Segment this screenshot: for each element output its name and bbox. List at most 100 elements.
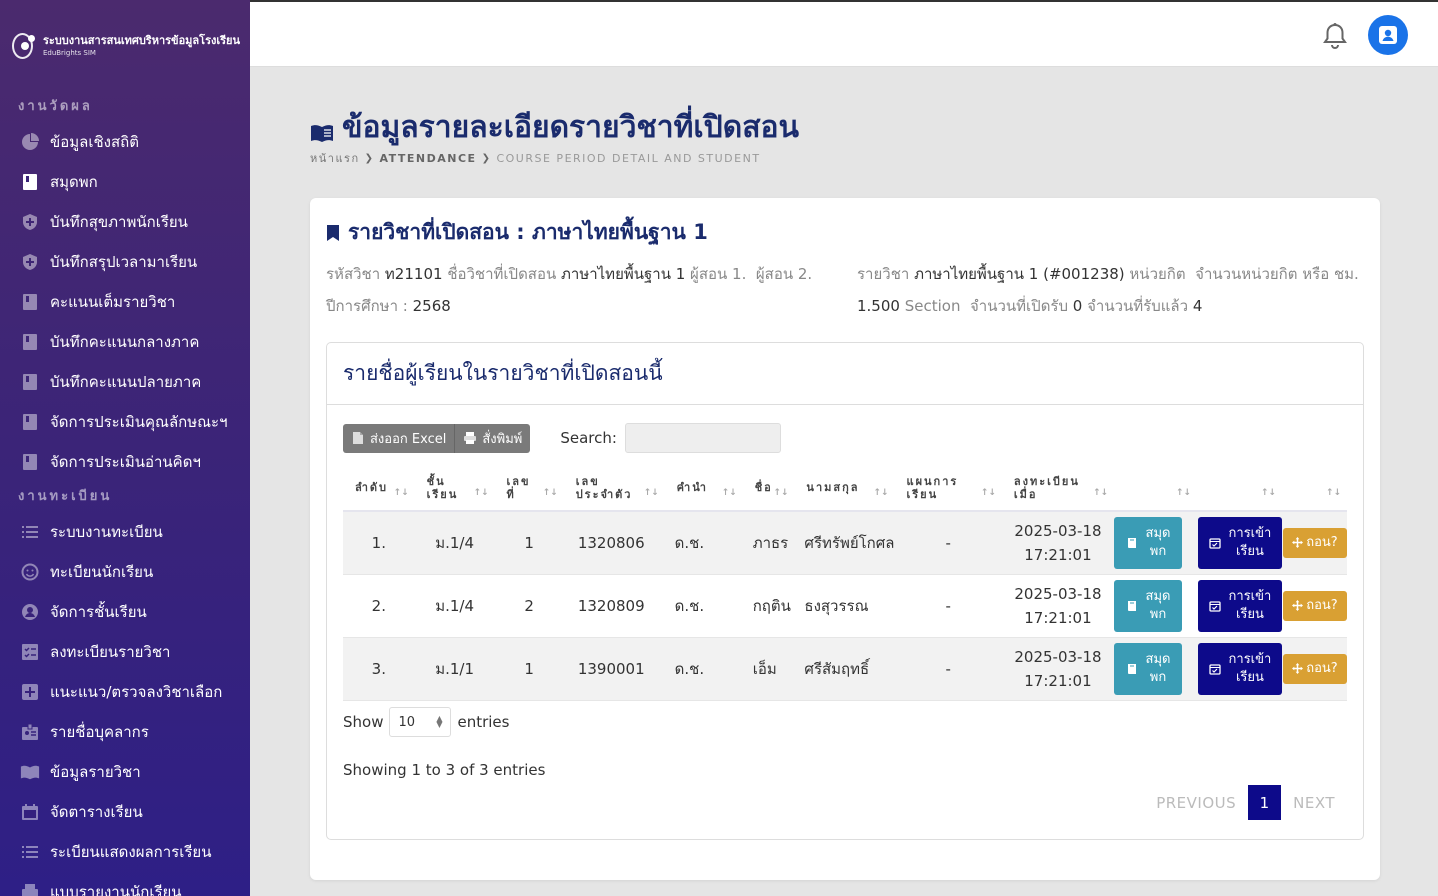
column-header-12[interactable]: ↑↓ <box>1281 465 1347 512</box>
sidebar-item-12[interactable]: จัดการชั้นเรียน <box>0 592 250 632</box>
row-prefix: ด.ช. <box>674 533 705 552</box>
sidebar-item-label: สมุดพก <box>50 173 98 191</box>
sidebar-item-6[interactable]: บันทึกคะแนนกลางภาค <box>0 322 250 362</box>
user-avatar[interactable] <box>1368 15 1408 55</box>
row-first-name: ภาธร <box>752 533 789 552</box>
sidebar-item-3[interactable]: บันทึกสุขภาพนักเรียน <box>0 202 250 242</box>
attendance-button[interactable]: การเข้า เรียน <box>1197 516 1282 569</box>
report-card-button[interactable]: สมุด พก <box>1114 579 1183 632</box>
topbar <box>250 0 1438 67</box>
row-number: 1. <box>371 533 386 552</box>
search-input[interactable] <box>624 423 781 453</box>
row-plan: - <box>945 659 951 678</box>
row-number: 2. <box>371 596 386 615</box>
sidebar-item-label: คะแนนเต็มรายวิชา <box>50 293 176 311</box>
course-info-right: รายวิชา ภาษาไทยพื้นฐาน 1 (#001238) หน่วย… <box>857 265 1359 315</box>
sort-icon: ↑↓ <box>721 488 737 498</box>
breadcrumb-attendance[interactable]: ATTENDANCE <box>380 152 477 165</box>
page-size-control: Show 10 ▲ ▼ entries <box>343 707 509 737</box>
brand-subtitle: EduBrights SIM <box>42 49 96 57</box>
open-book-icon <box>20 762 40 782</box>
sidebar-item-2[interactable]: สมุดพก <box>0 162 250 202</box>
previous-page-button[interactable]: PREVIOUS <box>1144 794 1248 812</box>
page-size-select[interactable]: 10 ▲ ▼ <box>389 707 452 737</box>
sidebar-item-8[interactable]: จัดการประเมินคุณลักษณะฯ <box>0 402 250 442</box>
column-header-7[interactable]: นามสกุล ↑↓ <box>794 465 895 512</box>
report-card-button[interactable]: สมุด พก <box>1114 642 1183 695</box>
sidebar-item-14[interactable]: แนะแนว/ตรวจลงวิชาเลือก <box>0 672 250 712</box>
sidebar-item-label: ลงทะเบียนรายวิชา <box>50 643 171 661</box>
calendar-check-icon <box>1208 663 1229 675</box>
table-info: Showing 1 to 3 of 3 entries <box>343 761 546 779</box>
column-header-9[interactable]: ลงทะเบียน เมื่อ ↑↓ <box>1001 465 1115 512</box>
column-header-4[interactable]: เลข ประจำตัว ↑↓ <box>563 465 665 512</box>
column-header-6[interactable]: ชื่อ ↑↓ <box>742 465 795 512</box>
sidebar-item-15[interactable]: รายชื่อบุคลากร <box>0 712 250 752</box>
column-header-1[interactable]: ลำดับ ↑↓ <box>343 465 415 512</box>
row-registered-at: 2025-03-18 17:21:01 <box>1014 521 1102 564</box>
sidebar-item-10[interactable]: ระบบงานทะเบียน <box>0 512 250 552</box>
sort-icon: ↑↓ <box>873 488 889 498</box>
book-icon <box>20 332 40 352</box>
row-last-name: ศรีทรัพย์โกศล <box>804 533 895 552</box>
user-icon <box>1379 26 1397 44</box>
sidebar-item-4[interactable]: บันทึกสรุปเวลามาเรียน <box>0 242 250 282</box>
column-header-3[interactable]: เลข ที่ ↑↓ <box>494 465 564 512</box>
sidebar-item-9[interactable]: จัดการประเมินอ่านคิดฯ <box>0 442 250 482</box>
attendance-button[interactable]: การเข้า เรียน <box>1197 579 1282 632</box>
attendance-button[interactable]: การเข้า เรียน <box>1197 642 1282 695</box>
withdraw-button[interactable]: ถอน? <box>1282 653 1347 684</box>
book-icon <box>20 292 40 312</box>
export-excel-button[interactable]: ส่งออก Excel <box>343 424 454 453</box>
sidebar-item-label: จัดการประเมินอ่านคิดฯ <box>50 453 201 471</box>
atom-logo-icon <box>10 31 35 61</box>
withdraw-button[interactable]: ถอน? <box>1282 590 1347 621</box>
book-icon <box>1126 663 1146 675</box>
students-table: ลำดับ ↑↓ ชั้น เรียน ↑↓ เลข ที่ ↑↓ เลข ประจำตัว ↑↓ ค… <box>343 465 1347 701</box>
sidebar-item-17[interactable]: จัดตารางเรียน <box>0 792 250 832</box>
calendar-check-icon <box>1208 600 1229 612</box>
search-label: Search: <box>560 429 617 447</box>
move-icon <box>1292 537 1306 549</box>
checklist-icon <box>20 642 40 662</box>
course-card: รายวิชาที่เปิดสอน : ภาษาไทยพื้นฐาน 1 รหั… <box>310 198 1380 880</box>
row-seat: 1 <box>524 659 534 678</box>
book-icon <box>1126 537 1146 549</box>
sidebar-item-16[interactable]: ข้อมูลรายวิชา <box>0 752 250 792</box>
sort-icon: ↑↓ <box>542 488 558 498</box>
sidebar-item-label: บันทึกสุขภาพนักเรียน <box>50 213 188 231</box>
student-list-heading: รายชื่อผู้เรียนในรายวิชาที่เปิดสอนนี้ <box>343 361 663 385</box>
book-icon <box>20 172 40 192</box>
print-button[interactable]: สั่งพิมพ์ <box>454 423 530 453</box>
sidebar-item-13[interactable]: ลงทะเบียนรายวิชา <box>0 632 250 672</box>
column-header-8[interactable]: แผนการ เรียน ↑↓ <box>894 465 1002 512</box>
sidebar-item-label: แนะแนว/ตรวจลงวิชาเลือก <box>50 683 223 701</box>
file-icon <box>353 432 363 444</box>
sidebar-item-label: จัดการชั้นเรียน <box>50 603 147 621</box>
page-1-button[interactable]: 1 <box>1248 785 1282 820</box>
sidebar-item-11[interactable]: ทะเบียนนักเรียน <box>0 552 250 592</box>
sidebar-item-18[interactable]: ระเบียนแสดงผลการเรียน <box>0 832 250 872</box>
sidebar-item-label: แบบรายงานนักเรียน <box>50 883 182 896</box>
table-row: 1. ม.1/4 1 1320806 ด.ช. ภาธร ศรีทรัพย์โกศล - 202… <box>343 511 1347 574</box>
bell-icon[interactable] <box>1322 22 1348 50</box>
table-row: 3. ม.1/1 1 1390001 ด.ช. เอ็ม ศรีสัมฤทธิ์ - 2025-… <box>343 637 1347 700</box>
column-header-5[interactable]: คำนำ ↑↓ <box>664 465 743 512</box>
breadcrumb-home[interactable]: หน้าแรก <box>310 149 360 167</box>
column-header-10[interactable]: ↑↓ <box>1114 465 1197 512</box>
sidebar-item-1[interactable]: ข้อมูลเชิงสถิติ <box>0 122 250 162</box>
column-header-2[interactable]: ชั้น เรียน ↑↓ <box>414 465 495 512</box>
column-header-11[interactable]: ↑↓ <box>1196 465 1282 512</box>
next-page-button[interactable]: NEXT <box>1281 794 1347 812</box>
sidebar-item-5[interactable]: คะแนนเต็มรายวิชา <box>0 282 250 322</box>
withdraw-button[interactable]: ถอน? <box>1282 527 1347 558</box>
sidebar-item-7[interactable]: บันทึกคะแนนปลายภาค <box>0 362 250 402</box>
report-card-button[interactable]: สมุด พก <box>1114 516 1183 569</box>
brand[interactable]: ระบบงานสารสนเทศบริหารข้อมูลโรงเรียน EduB… <box>0 0 250 92</box>
sidebar-item-label: บันทึกสรุปเวลามาเรียน <box>50 253 198 271</box>
list-icon <box>20 842 40 862</box>
sort-icon: ↑↓ <box>1325 488 1341 498</box>
book-icon <box>1126 600 1146 612</box>
shield-icon <box>20 252 40 272</box>
sidebar-item-19[interactable]: แบบรายงานนักเรียน <box>0 872 250 896</box>
